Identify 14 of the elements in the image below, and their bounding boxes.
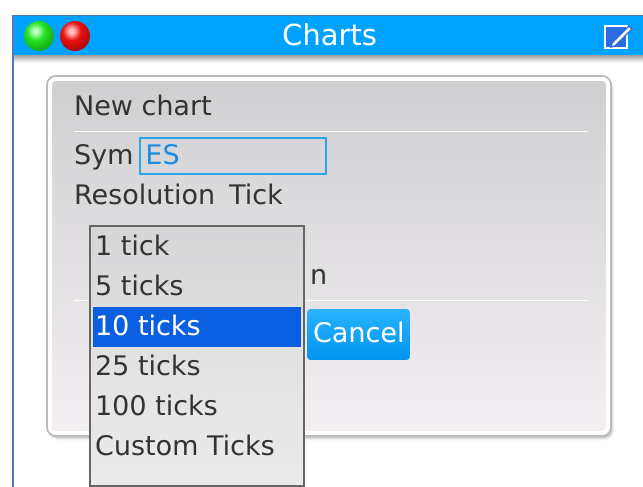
dropdown-option[interactable]: 10 ticks — [93, 307, 301, 347]
ball-icon[interactable] — [60, 20, 90, 50]
choice-value[interactable]: Tick — [229, 176, 283, 216]
window-title: Charts — [281, 16, 378, 54]
dropdown-option[interactable]: 1 tick — [93, 227, 301, 267]
dropdown-option[interactable]: Custom Ticks — [93, 427, 301, 467]
dialog-title: New chart — [74, 90, 213, 124]
dropdown-option[interactable]: 25 ticks — [93, 347, 301, 387]
field-label: Sym — [74, 139, 134, 173]
partial-text: n — [310, 260, 328, 291]
dropdown-option[interactable]: 5 ticks — [93, 267, 301, 307]
dropdown-option[interactable]: 100 ticks — [93, 387, 301, 427]
ball-icon[interactable] — [24, 20, 54, 50]
field-label: Resolution — [74, 179, 216, 213]
